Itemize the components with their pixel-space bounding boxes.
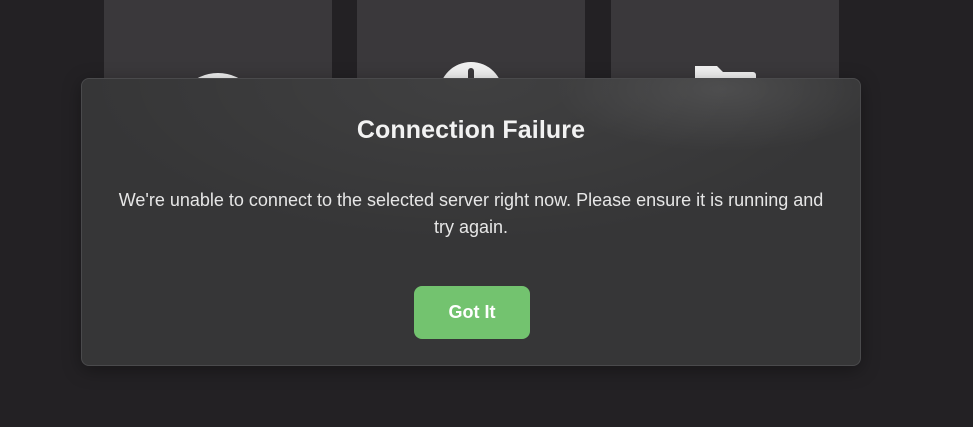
app-screen: Connection Failure We're unable to conne… xyxy=(0,0,973,427)
error-dialog: Connection Failure We're unable to conne… xyxy=(81,78,861,366)
dialog-message: We're unable to connect to the selected … xyxy=(118,190,824,237)
got-it-button[interactable]: Got It xyxy=(414,286,530,339)
dialog-title: Connection Failure xyxy=(356,116,586,144)
